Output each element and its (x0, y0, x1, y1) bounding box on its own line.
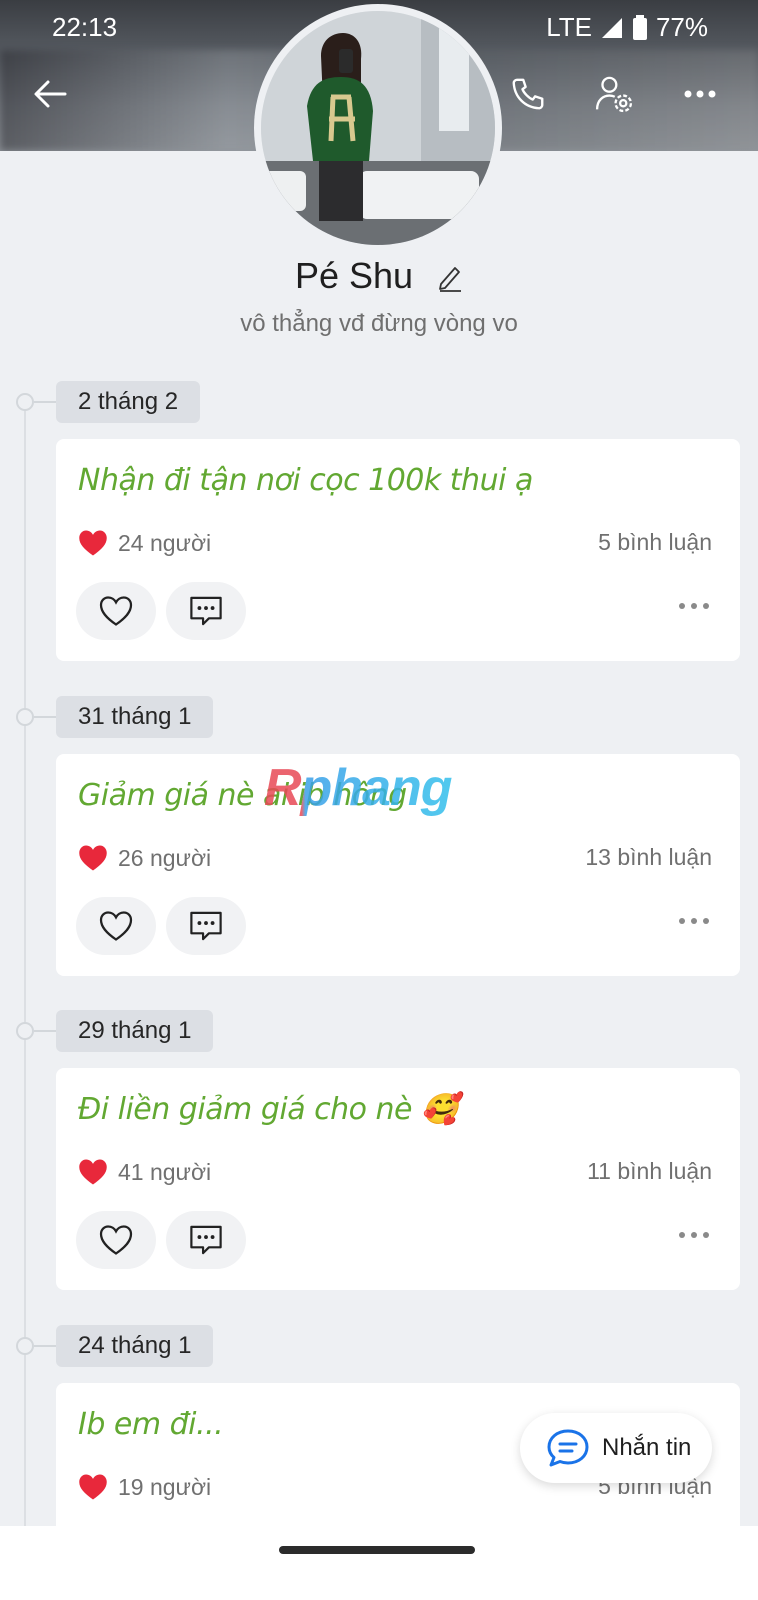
post-text: Ib em đi... (78, 1407, 224, 1442)
back-arrow-icon (34, 80, 67, 108)
status-right: LTE 77% (546, 12, 708, 43)
more-icon (684, 90, 716, 98)
post-card[interactable]: Nhận đi tận nơi cọc 100k thui ạ 24 người… (56, 439, 740, 661)
chat-bubble-icon (547, 1429, 589, 1467)
more-icon (679, 603, 709, 609)
timeline-connector (34, 1345, 56, 1347)
more-icon (679, 1232, 709, 1238)
more-icon (679, 918, 709, 924)
back-button[interactable] (22, 66, 78, 122)
timeline-line (24, 404, 26, 1600)
heart-outline-icon (99, 911, 133, 941)
profile-settings-button[interactable] (586, 66, 642, 122)
comments-count[interactable]: 5 bình luận (598, 529, 712, 556)
battery-icon (632, 14, 647, 40)
heart-outline-icon (99, 1225, 133, 1255)
pencil-icon (439, 267, 462, 292)
comments-count[interactable]: 13 bình luận (585, 844, 712, 871)
profile-bio: vô thẳng vđ đừng vòng vo (240, 310, 518, 337)
avatar-photo (261, 11, 495, 245)
likes-count: 41 người (118, 1158, 212, 1185)
battery-percent: 77% (655, 12, 708, 42)
timeline-dot (16, 1022, 34, 1040)
post-likes[interactable]: 41 người (78, 1158, 211, 1186)
likes-count: 26 người (118, 844, 212, 871)
message-button[interactable]: Nhắn tin (520, 1413, 712, 1483)
post-date: 2 tháng 2 (56, 381, 201, 423)
edit-name-button[interactable] (437, 259, 463, 301)
timeline-connector (34, 401, 56, 403)
timeline-connector (34, 716, 56, 718)
heart-filled-icon (79, 530, 107, 556)
heart-filled-icon (79, 1159, 107, 1185)
like-button[interactable] (76, 897, 156, 955)
profile-name-row: Pé Shu (0, 255, 758, 301)
timeline-dot (16, 393, 34, 411)
comment-button[interactable] (166, 582, 246, 640)
signal-icon (601, 17, 622, 38)
watermark-logo: Rphang (264, 759, 453, 817)
profile-avatar[interactable] (254, 4, 502, 252)
like-button[interactable] (76, 1211, 156, 1269)
profile-name: Pé Shu (294, 255, 414, 296)
post-date: 31 tháng 1 (56, 696, 214, 738)
like-button[interactable] (76, 582, 156, 640)
timeline-dot (16, 1337, 34, 1355)
comment-icon (190, 596, 222, 626)
more-options-button[interactable] (672, 66, 728, 122)
home-indicator[interactable] (279, 1546, 475, 1554)
heart-outline-icon (99, 596, 133, 626)
likes-count: 24 người (118, 529, 212, 556)
comment-button[interactable] (166, 1211, 246, 1269)
post-card[interactable]: Đi liền giảm giá cho nè 🥰 41 người 11 bì… (56, 1068, 740, 1290)
post-more-button[interactable] (678, 1226, 710, 1244)
timeline-connector (34, 1030, 56, 1032)
comment-icon (190, 911, 222, 941)
post-text: Đi liền giảm giá cho nè 🥰 (78, 1092, 458, 1127)
timeline-dot (16, 708, 34, 726)
comments-count[interactable]: 11 bình luận (587, 1158, 712, 1185)
post-likes[interactable]: 19 người (78, 1473, 211, 1501)
message-button-label: Nhắn tin (602, 1434, 692, 1461)
phone-icon (512, 78, 544, 110)
call-button[interactable] (500, 66, 556, 122)
network-label: LTE (546, 12, 592, 42)
heart-filled-icon (79, 1474, 107, 1500)
system-nav-bar (0, 1526, 758, 1600)
post-likes[interactable]: 26 người (78, 844, 211, 872)
post-text: Nhận đi tận nơi cọc 100k thui ạ (78, 463, 533, 498)
status-time: 22:13 (52, 12, 118, 42)
heart-filled-icon (79, 845, 107, 871)
comment-icon (190, 1225, 222, 1255)
post-date: 29 tháng 1 (56, 1010, 214, 1052)
post-date: 24 tháng 1 (56, 1325, 214, 1367)
likes-count: 19 người (118, 1473, 212, 1500)
user-settings-icon (595, 76, 633, 113)
post-more-button[interactable] (678, 912, 710, 930)
comment-button[interactable] (166, 897, 246, 955)
post-likes[interactable]: 24 người (78, 529, 211, 557)
post-more-button[interactable] (678, 597, 710, 615)
